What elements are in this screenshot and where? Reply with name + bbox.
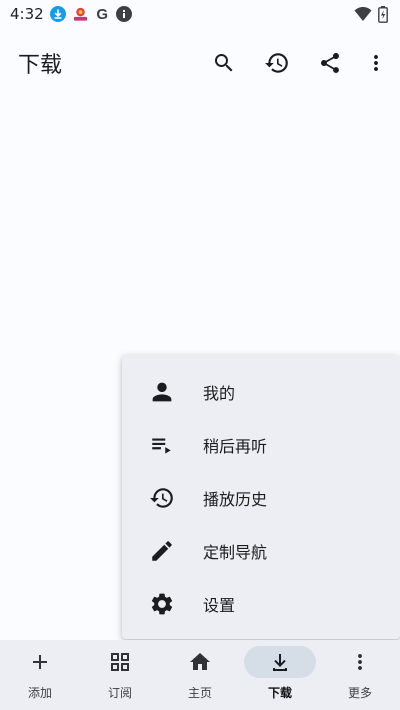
info-icon (116, 6, 133, 23)
nav-item-home[interactable]: 主页 (160, 640, 240, 710)
menu-item-label: 稍后再听 (203, 436, 268, 456)
share-icon (320, 53, 339, 73)
history-icon (264, 53, 288, 73)
nav-label: 更多 (347, 686, 372, 700)
menu-item-customize-nav[interactable]: 定制导航 (122, 524, 400, 577)
menu-item-settings[interactable]: 设置 (122, 577, 400, 630)
add-icon (33, 655, 47, 669)
settings-icon (148, 590, 176, 618)
history-icon (148, 484, 176, 512)
nav-label: 订阅 (107, 686, 132, 700)
nav-icon-container (168, 646, 232, 678)
playlist-play-icon (148, 431, 176, 459)
menu-item-label: 播放历史 (203, 489, 268, 509)
menu-item-label: 我的 (203, 383, 236, 403)
top-app-bar: 下载 (0, 36, 400, 90)
battery-icon (378, 5, 388, 23)
grid-icon (111, 653, 129, 671)
bottom-navigation: 添加 订阅 主页 下载 更多 (0, 640, 400, 710)
more-options-button[interactable] (356, 39, 396, 87)
nav-icon-container (88, 646, 152, 678)
menu-item-mine[interactable]: 我的 (122, 365, 400, 418)
download-notification-icon (50, 6, 67, 23)
nav-item-add[interactable]: 添加 (0, 640, 80, 710)
nav-label: 添加 (27, 686, 52, 700)
nav-label: 主页 (187, 686, 212, 700)
page-title: 下载 (18, 53, 63, 78)
history-button[interactable] (250, 39, 303, 87)
nav-item-downloads[interactable]: 下载 (240, 640, 320, 710)
app-notification-icon (72, 6, 89, 23)
nav-label: 下载 (267, 686, 292, 700)
home-icon (190, 653, 210, 670)
more-vert-icon (358, 654, 362, 670)
wifi-icon (354, 6, 372, 22)
menu-item-label: 定制导航 (203, 542, 268, 562)
download-icon (273, 654, 287, 671)
popup-menu: 我的 稍后再听 播放历史 定制导航 设置 (122, 355, 400, 639)
person-icon (148, 378, 176, 406)
nav-active-indicator (244, 646, 316, 678)
google-letter: G (96, 5, 109, 23)
status-time: 4:32 (10, 5, 44, 23)
search-button[interactable] (197, 39, 250, 87)
google-icon: G (94, 6, 111, 23)
more-vert-icon (374, 55, 378, 71)
nav-icon-container (8, 646, 72, 678)
nav-icon-container (328, 646, 392, 678)
top-actions (197, 39, 400, 87)
share-button[interactable] (303, 39, 356, 87)
menu-item-listen-later[interactable]: 稍后再听 (122, 418, 400, 471)
menu-item-label: 设置 (203, 595, 236, 615)
menu-item-play-history[interactable]: 播放历史 (122, 471, 400, 524)
search-icon (214, 54, 232, 72)
edit-icon (148, 537, 176, 565)
status-bar: 4:32 G (0, 0, 400, 28)
nav-item-subscriptions[interactable]: 订阅 (80, 640, 160, 710)
nav-item-more[interactable]: 更多 (320, 640, 400, 710)
